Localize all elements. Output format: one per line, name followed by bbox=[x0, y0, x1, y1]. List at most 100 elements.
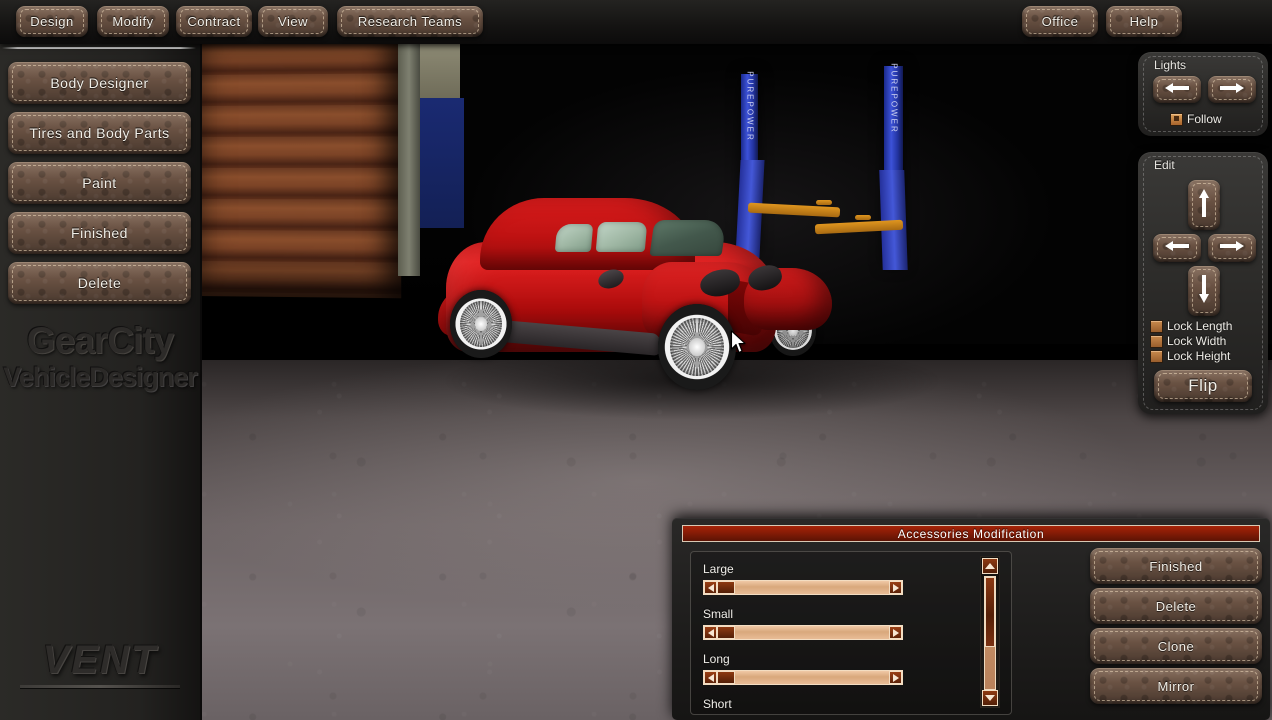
dialog-slider-list[interactable]: Large Small Long Short bbox=[690, 551, 1012, 715]
slider-increase-button[interactable] bbox=[889, 626, 902, 639]
edit-lock-height-checkbox[interactable]: Lock Height bbox=[1150, 349, 1230, 363]
app-logo: GearCity VehicleDesigner bbox=[0, 320, 200, 393]
slider-long[interactable] bbox=[703, 670, 903, 685]
checkbox-icon bbox=[1150, 349, 1163, 363]
sidebar-item-label: Finished bbox=[71, 225, 128, 241]
checkbox-icon bbox=[1170, 112, 1183, 126]
sidebar-item-body-designer[interactable]: Body Designer bbox=[8, 62, 191, 104]
edit-lock-height-label: Lock Height bbox=[1167, 349, 1231, 363]
triangle-right-icon bbox=[892, 628, 899, 637]
scrollbar-thumb[interactable] bbox=[985, 577, 995, 647]
scroll-down-button[interactable] bbox=[982, 690, 998, 706]
menu-research-teams[interactable]: Research Teams bbox=[337, 6, 483, 37]
slider-thumb[interactable] bbox=[717, 671, 735, 684]
slider-row-small: Small bbox=[703, 607, 983, 640]
lift-arm-pad-b bbox=[855, 215, 871, 220]
dialog-action-buttons: Finished Delete Clone Mirror bbox=[1090, 548, 1262, 708]
menu-help[interactable]: Help bbox=[1106, 6, 1182, 37]
dialog-mirror-label: Mirror bbox=[1157, 678, 1195, 694]
vendor-logo: VENT bbox=[0, 638, 200, 688]
vendor-logo-text: VENT bbox=[42, 638, 158, 682]
dialog-finished-button[interactable]: Finished bbox=[1090, 548, 1262, 584]
slider-row-short: Short bbox=[703, 697, 983, 714]
arrow-up-icon bbox=[1198, 188, 1210, 223]
sidebar-item-finished[interactable]: Finished bbox=[8, 212, 191, 254]
wheel-hub bbox=[689, 338, 705, 356]
menu-office[interactable]: Office bbox=[1022, 6, 1098, 37]
lights-follow-checkbox[interactable]: Follow bbox=[1170, 112, 1222, 126]
dialog-scrollbar[interactable] bbox=[980, 556, 1000, 708]
slider-increase-button[interactable] bbox=[889, 581, 902, 594]
vehicle-model[interactable] bbox=[432, 190, 942, 430]
window-side bbox=[595, 222, 648, 252]
edit-move-right-button[interactable] bbox=[1208, 234, 1256, 262]
edit-move-up-button[interactable] bbox=[1188, 180, 1220, 230]
slider-increase-button[interactable] bbox=[889, 671, 902, 684]
edit-panel-title: Edit bbox=[1154, 158, 1175, 172]
edit-move-left-button[interactable] bbox=[1153, 234, 1201, 262]
dialog-mirror-button[interactable]: Mirror bbox=[1090, 668, 1262, 704]
edit-lock-length-checkbox[interactable]: Lock Length bbox=[1150, 319, 1232, 333]
edit-flip-label: Flip bbox=[1188, 376, 1218, 395]
edit-lock-width-label: Lock Width bbox=[1167, 334, 1227, 348]
slider-decrease-button[interactable] bbox=[704, 626, 717, 639]
triangle-right-icon bbox=[892, 583, 899, 592]
accessories-modification-dialog: Accessories Modification Large Small Lon… bbox=[672, 518, 1270, 720]
menu-view[interactable]: View bbox=[258, 6, 328, 37]
menu-design[interactable]: Design bbox=[16, 6, 88, 37]
app-logo-line-2: VehicleDesigner bbox=[3, 362, 198, 392]
arrow-left-icon bbox=[1164, 81, 1190, 99]
edit-move-down-button[interactable] bbox=[1188, 266, 1220, 316]
triangle-left-icon bbox=[707, 583, 714, 592]
windshield bbox=[649, 220, 727, 256]
dialog-clone-label: Clone bbox=[1157, 638, 1195, 654]
slider-small[interactable] bbox=[703, 625, 903, 640]
menu-contract[interactable]: Contract bbox=[176, 6, 252, 37]
sidebar-item-paint[interactable]: Paint bbox=[8, 162, 191, 204]
triangle-left-icon bbox=[707, 673, 714, 682]
lights-panel-title: Lights bbox=[1154, 58, 1187, 72]
sidebar-item-delete[interactable]: Delete bbox=[8, 262, 191, 304]
triangle-up-icon bbox=[985, 563, 995, 569]
app-root: PUREPOWER PUREPOWER Design Modify Contra… bbox=[0, 0, 1272, 720]
triangle-left-icon bbox=[707, 628, 714, 637]
left-sidebar: Body Designer Tires and Body Parts Paint… bbox=[0, 44, 202, 720]
lights-next-button[interactable] bbox=[1208, 76, 1256, 103]
sidebar-item-tires-and-body-parts[interactable]: Tires and Body Parts bbox=[8, 112, 191, 154]
dialog-title-text: Accessories Modification bbox=[897, 526, 1045, 541]
wall-pillar bbox=[398, 44, 420, 276]
slider-row-long: Long bbox=[703, 652, 983, 685]
edit-panel: Edit Lock Length Lock Width Lock Height … bbox=[1138, 152, 1268, 414]
edit-flip-button[interactable]: Flip bbox=[1154, 370, 1252, 402]
dialog-delete-button[interactable]: Delete bbox=[1090, 588, 1262, 624]
dialog-finished-label: Finished bbox=[1149, 558, 1203, 574]
dialog-clone-button[interactable]: Clone bbox=[1090, 628, 1262, 664]
scroll-up-button[interactable] bbox=[982, 558, 998, 574]
edit-lock-length-label: Lock Length bbox=[1167, 319, 1233, 333]
garage-door bbox=[200, 41, 402, 299]
triangle-right-icon bbox=[892, 673, 899, 682]
sidebar-item-label: Delete bbox=[77, 275, 122, 291]
edit-lock-width-checkbox[interactable]: Lock Width bbox=[1150, 334, 1226, 348]
wheel-front bbox=[658, 304, 736, 390]
menu-view-label: View bbox=[278, 14, 308, 29]
menu-research-teams-label: Research Teams bbox=[357, 14, 463, 29]
menu-design-label: Design bbox=[30, 14, 74, 29]
slider-thumb[interactable] bbox=[717, 581, 735, 594]
slider-large[interactable] bbox=[703, 580, 903, 595]
sidebar-item-label: Body Designer bbox=[50, 75, 149, 91]
wheel-rear bbox=[450, 290, 512, 358]
sidebar-item-label: Paint bbox=[82, 175, 117, 191]
arrow-left-icon bbox=[1164, 239, 1190, 257]
slider-thumb[interactable] bbox=[717, 626, 735, 639]
lights-panel: Lights Follow bbox=[1138, 52, 1268, 136]
slider-decrease-button[interactable] bbox=[704, 581, 717, 594]
slider-decrease-button[interactable] bbox=[704, 671, 717, 684]
lights-prev-button[interactable] bbox=[1153, 76, 1201, 103]
slider-row-large: Large bbox=[703, 562, 983, 595]
triangle-down-icon bbox=[985, 695, 995, 701]
slider-label: Short bbox=[703, 697, 732, 711]
scrollbar-track[interactable] bbox=[984, 576, 996, 690]
lift-post-label-left: PUREPOWER bbox=[745, 71, 754, 142]
menu-modify[interactable]: Modify bbox=[97, 6, 169, 37]
